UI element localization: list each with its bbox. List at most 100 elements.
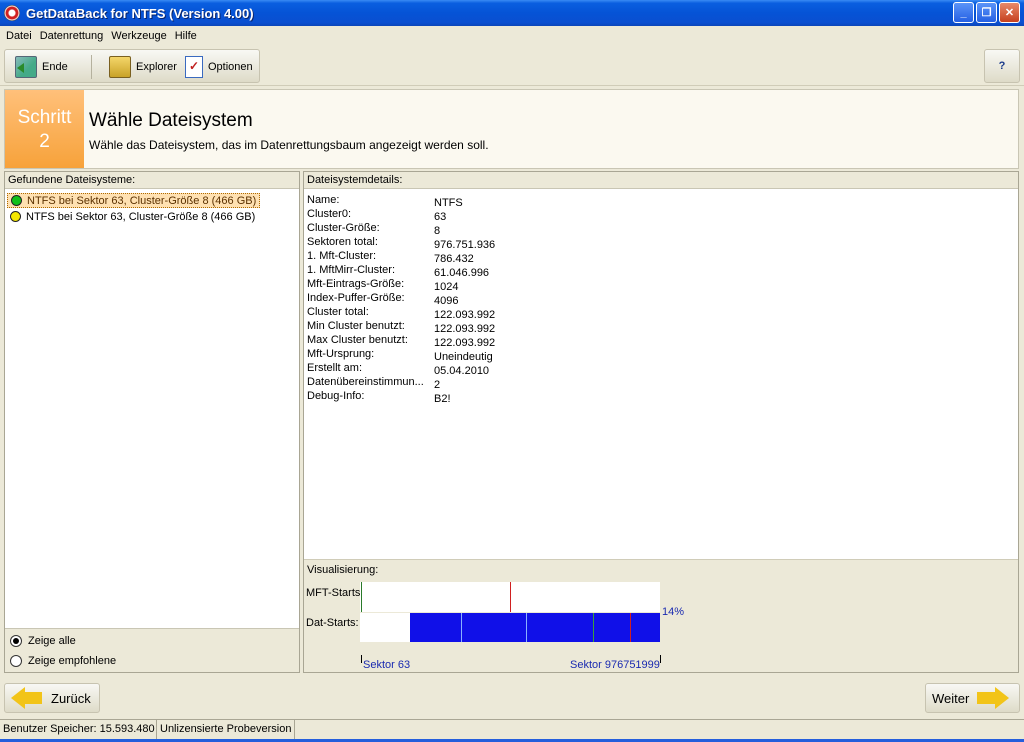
- detail-row: Min Cluster benutzt: 122.093.992: [307, 320, 495, 335]
- detail-row: Cluster total: 122.093.992: [307, 306, 495, 321]
- percent-readout: 14%: [662, 606, 685, 618]
- detail-label: 1. Mft-Cluster:: [307, 250, 377, 262]
- page-description: Wähle das Dateisystem, das im Datenrettu…: [89, 138, 489, 152]
- menu-bar: Datei Datenrettung Werkzeuge Hilfe: [0, 26, 1024, 45]
- found-filesystems-header: Gefundene Dateisysteme:: [5, 172, 299, 189]
- menu-hilfe[interactable]: Hilfe: [171, 30, 201, 42]
- dat-starts-label: Dat-Starts:: [306, 617, 359, 629]
- sector-end-label: Sektor 976751999: [570, 659, 660, 671]
- menu-werkzeuge[interactable]: Werkzeuge: [107, 30, 170, 42]
- detail-row: Name: NTFS: [307, 194, 463, 209]
- detail-value: B2!: [434, 393, 451, 405]
- detail-label: Max Cluster benutzt:: [307, 334, 408, 346]
- explorer-label: Explorer: [136, 61, 177, 73]
- detail-label: Debug-Info:: [307, 390, 365, 402]
- dat-marker: [461, 613, 462, 642]
- help-icon: ?: [998, 60, 1006, 72]
- memory-status: Benutzer Speicher: 15.593.480: [0, 720, 157, 739]
- detail-label: Mft-Ursprung:: [307, 348, 375, 360]
- toolbar-group: Ende Explorer Optionen: [4, 49, 260, 83]
- toolbar-separator: [91, 55, 92, 79]
- next-button[interactable]: Weiter: [925, 683, 1020, 713]
- detail-label: Datenübereinstimmun...: [307, 376, 424, 388]
- start-tick: [361, 655, 362, 663]
- detail-label: Cluster0:: [307, 208, 352, 220]
- explorer-button[interactable]: Explorer: [109, 54, 177, 80]
- detail-label: Sektoren total:: [307, 236, 378, 248]
- maximize-button[interactable]: ❐: [976, 2, 997, 23]
- step-number: 2: [39, 131, 50, 152]
- menu-datenrettung[interactable]: Datenrettung: [36, 30, 108, 42]
- next-label: Weiter: [932, 690, 970, 706]
- app-icon: [4, 5, 20, 21]
- show-recommended-label: Zeige empfohlene: [28, 655, 117, 667]
- window-controls: _ ❐ ✕: [953, 2, 1020, 23]
- toolbar: Ende Explorer Optionen ?: [0, 46, 1024, 86]
- found-filesystems-panel: Gefundene Dateisysteme: NTFS bei Sektor …: [4, 171, 300, 673]
- filesystem-item[interactable]: NTFS bei Sektor 63, Cluster-Größe 8 (466…: [7, 193, 261, 208]
- minimize-button[interactable]: _: [953, 2, 974, 23]
- step-badge: Schritt 2: [5, 90, 84, 168]
- radio-unchecked-icon: [10, 655, 22, 667]
- show-all-radio[interactable]: Zeige alle: [10, 635, 76, 647]
- filesystem-label: NTFS bei Sektor 63, Cluster-Größe 8 (466…: [26, 210, 256, 223]
- detail-label: 1. MftMirr-Cluster:: [307, 264, 395, 276]
- close-button[interactable]: ✕: [999, 2, 1020, 23]
- end-button[interactable]: Ende: [15, 54, 68, 80]
- detail-row: Mft-Eintrags-Größe: 1024: [307, 278, 458, 293]
- detail-row: Cluster0: 63: [307, 208, 446, 223]
- detail-label: Index-Puffer-Größe:: [307, 292, 405, 304]
- arrow-left-icon: [11, 687, 43, 709]
- title-bar: GetDataBack for NTFS (Version 4.00) _ ❐ …: [0, 0, 1024, 26]
- checklist-icon: [185, 56, 203, 78]
- end-tick: [660, 655, 661, 663]
- status-bar: Benutzer Speicher: 15.593.480 Unlizensie…: [0, 719, 1024, 739]
- show-recommended-radio[interactable]: Zeige empfohlene: [10, 655, 116, 667]
- detail-row: Cluster-Größe: 8: [307, 222, 440, 237]
- detail-row: Erstellt am: 05.04.2010: [307, 362, 490, 377]
- explorer-icon: [109, 56, 131, 78]
- detail-row: Datenübereinstimmun... 2: [307, 376, 440, 391]
- help-button[interactable]: ?: [984, 49, 1020, 83]
- detail-label: Erstellt am:: [307, 362, 363, 374]
- radio-checked-icon: [10, 635, 22, 647]
- window-title: GetDataBack for NTFS (Version 4.00): [26, 5, 254, 21]
- filesystem-details-panel: Dateisystemdetails: Name: NTFS Cluster0: 63…: [303, 171, 1019, 673]
- menu-datei[interactable]: Datei: [2, 30, 36, 42]
- arrow-right-icon: [977, 687, 1010, 709]
- visualization-label: Visualisierung:: [307, 564, 379, 576]
- license-status: Unlizensierte Probeversion: [157, 720, 296, 739]
- filter-options: Zeige alle Zeige empfohlene: [5, 628, 299, 672]
- mft-starts-track: [360, 582, 660, 612]
- options-button[interactable]: Optionen: [185, 54, 253, 80]
- details-header: Dateisystemdetails:: [304, 172, 1018, 189]
- detail-row: Sektoren total: 976.751.936: [307, 236, 495, 251]
- status-yellow-icon: [10, 211, 21, 222]
- filesystem-label: NTFS bei Sektor 63, Cluster-Größe 8 (466…: [27, 194, 257, 207]
- filesystem-item[interactable]: NTFS bei Sektor 63, Cluster-Größe 8 (466…: [7, 209, 258, 224]
- step-header: Schritt 2 Wähle Dateisystem Wähle das Da…: [4, 89, 1019, 169]
- detail-row: Debug-Info: B2!: [307, 390, 451, 405]
- dat-marker: [526, 613, 527, 642]
- back-button[interactable]: Zurück: [4, 683, 100, 713]
- step-word: Schritt: [17, 107, 72, 128]
- detail-row: Index-Puffer-Größe: 4096: [307, 292, 458, 307]
- mft-mirror-marker: [510, 582, 511, 612]
- dat-starts-track: [360, 613, 660, 642]
- page-title: Wähle Dateisystem: [89, 110, 253, 131]
- detail-label: Mft-Eintrags-Größe:: [307, 278, 405, 290]
- sector-start-label: Sektor 63: [363, 659, 411, 671]
- detail-value: 05.04.2010: [434, 365, 490, 377]
- detail-label: Name:: [307, 194, 340, 206]
- dat-marker: [593, 613, 594, 642]
- detail-row: Mft-Ursprung: Uneindeutig: [307, 348, 493, 363]
- detail-label: Min Cluster benutzt:: [307, 320, 405, 332]
- detail-label: Cluster-Größe:: [307, 222, 380, 234]
- detail-label: Cluster total:: [307, 306, 369, 318]
- detail-row: 1. Mft-Cluster: 786.432: [307, 250, 474, 265]
- visualization-area: Visualisierung: MFT-Starts Dat-Starts: 1…: [304, 559, 1018, 672]
- detail-row: Max Cluster benutzt: 122.093.992: [307, 334, 495, 349]
- detail-row: 1. MftMirr-Cluster: 61.046.996: [307, 264, 489, 279]
- show-all-label: Zeige alle: [28, 635, 76, 647]
- mft-starts-label: MFT-Starts: [306, 587, 361, 599]
